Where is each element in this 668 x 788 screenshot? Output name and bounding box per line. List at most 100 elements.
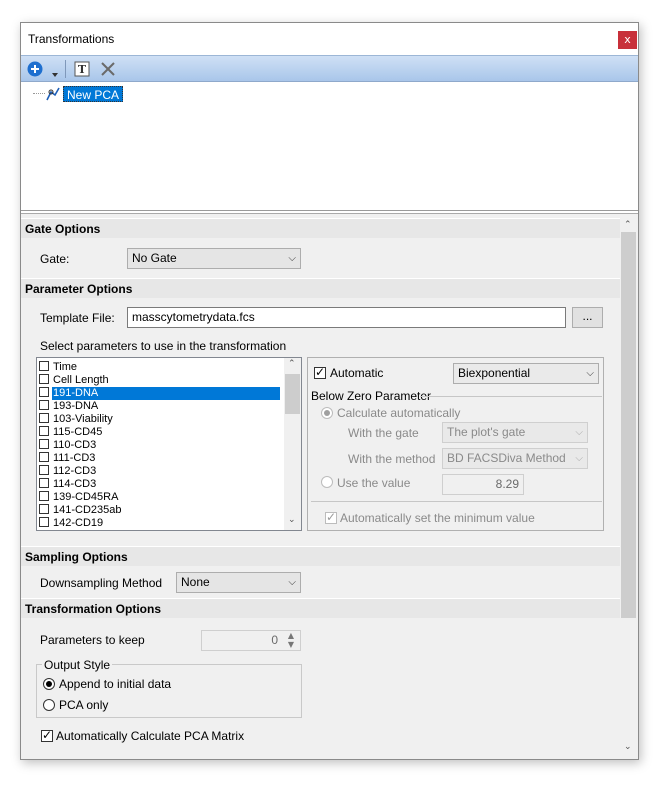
scale-select-value: Biexponential <box>458 366 531 380</box>
auto-calc-pca-label: Automatically Calculate PCA Matrix <box>56 729 245 743</box>
scaling-divider <box>311 501 602 502</box>
close-button[interactable]: x <box>618 31 637 49</box>
svg-text:T: T <box>78 63 87 76</box>
tree-item-label: New PCA <box>63 86 124 102</box>
delete-icon[interactable] <box>100 61 116 77</box>
with-method-value: BD FACSDiva Method <box>447 451 566 465</box>
parameter-item[interactable]: Time <box>39 361 293 374</box>
parameter-item[interactable]: 193-DNA <box>39 400 293 413</box>
auto-min-label: Automatically set the minimum value <box>340 511 535 525</box>
scroll-down-icon[interactable]: ⌄ <box>288 516 297 525</box>
dropdown-arrow-icon[interactable] <box>51 67 59 77</box>
parameter-label: 114-CD3 <box>53 478 97 490</box>
automatic-label: Automatic <box>330 366 384 380</box>
rename-icon[interactable]: T <box>74 61 90 77</box>
add-icon[interactable] <box>27 61 43 77</box>
gate-select-value: No Gate <box>132 251 177 265</box>
auto-calc-pca-checkbox[interactable] <box>41 728 53 742</box>
parameter-checkbox[interactable] <box>39 374 49 384</box>
parameter-checkbox[interactable] <box>39 426 49 436</box>
spin-down-icon[interactable]: ▼ <box>284 641 298 649</box>
parameter-item[interactable]: 142-CD19 <box>39 517 293 530</box>
parameter-item[interactable]: 110-CD3 <box>39 439 293 452</box>
scroll-up-icon[interactable]: ⌃ <box>288 360 297 369</box>
parameter-checkbox[interactable] <box>39 361 49 371</box>
parameters-list: Time Cell Length 191-DNA 193-DNA 103-Viabili… <box>36 357 302 531</box>
parameter-label: 115-CD45 <box>53 426 103 438</box>
scroll-down-icon[interactable]: ⌄ <box>624 742 632 752</box>
template-file-input[interactable]: masscytometrydata.fcs <box>127 307 566 328</box>
scale-select[interactable]: Biexponential ⌵ <box>453 363 599 384</box>
chevron-down-icon: ⌵ <box>288 577 296 588</box>
parameter-label: 103-Viability <box>53 413 113 425</box>
output-style-group: Output Style Append to initial data PCA … <box>36 657 302 718</box>
append-radio[interactable] <box>43 678 55 690</box>
calculate-automatically-radio[interactable] <box>321 407 333 419</box>
pca-only-radio[interactable] <box>43 699 55 711</box>
parameter-label: 191-DNA <box>52 387 280 400</box>
parameters-to-keep-value: 0 <box>271 633 278 647</box>
parameter-checkbox[interactable] <box>39 413 49 423</box>
parameter-item[interactable]: 139-CD45RA <box>39 491 293 504</box>
with-gate-select[interactable]: The plot's gate ⌵ <box>442 422 588 443</box>
parameter-checkbox[interactable] <box>39 400 49 410</box>
pca-transform-icon <box>45 86 61 102</box>
options-panel: Gate Options Gate: No Gate ⌵ Parameter O… <box>21 213 638 759</box>
scroll-up-icon[interactable]: ⌃ <box>624 220 632 230</box>
pca-only-label: PCA only <box>59 698 109 712</box>
options-panel-scrollbar[interactable]: ⌃ ⌄ <box>620 214 637 759</box>
parameter-item[interactable]: 111-CD3 <box>39 452 293 465</box>
auto-min-checkbox[interactable] <box>325 510 337 524</box>
parameter-item[interactable]: 191-DNA <box>39 387 293 400</box>
browse-button[interactable]: ... <box>572 307 603 328</box>
downsampling-select[interactable]: None ⌵ <box>176 572 301 593</box>
parameters-to-keep-spinner[interactable]: 0 ▲ ▼ <box>201 630 301 651</box>
sampling-options-header: Sampling Options <box>21 546 621 566</box>
use-value-input[interactable]: 8.29 <box>442 474 524 495</box>
automatic-checkbox[interactable] <box>314 365 326 379</box>
parameter-label: 142-CD19 <box>53 517 104 529</box>
parameter-label: 139-CD45RA <box>53 491 119 503</box>
parameter-checkbox[interactable] <box>39 504 49 514</box>
parameter-checkbox[interactable] <box>39 478 49 488</box>
transformation-options-header: Transformation Options <box>21 598 621 618</box>
transformations-tree: New PCA <box>21 83 638 211</box>
chevron-down-icon: ⌵ <box>575 453 583 464</box>
parameter-checkbox[interactable] <box>39 439 49 449</box>
below-zero-divider <box>420 396 602 397</box>
spin-up-icon[interactable]: ▲ <box>284 632 298 640</box>
scrollbar-thumb[interactable] <box>621 232 636 618</box>
tree-connector <box>33 93 45 94</box>
tree-item-new-pca[interactable]: New PCA <box>45 86 155 102</box>
parameter-checkbox[interactable] <box>39 491 49 501</box>
parameter-checkbox[interactable] <box>39 517 49 527</box>
parameter-item[interactable]: 115-CD45 <box>39 426 293 439</box>
append-label: Append to initial data <box>59 677 172 691</box>
title-bar: Transformations x <box>21 23 638 55</box>
calculate-automatically-label: Calculate automatically <box>337 406 461 420</box>
parameter-item[interactable]: 114-CD3 <box>39 478 293 491</box>
scrollbar-thumb[interactable] <box>285 374 300 414</box>
toolbar: T <box>21 55 638 82</box>
parameter-item[interactable]: 141-CD235ab <box>39 504 293 517</box>
parameter-label: 141-CD235ab <box>53 504 122 516</box>
downsampling-value: None <box>181 575 210 589</box>
below-zero-title: Below Zero Parameter <box>311 389 432 403</box>
downsampling-label: Downsampling Method <box>40 576 163 590</box>
parameter-label: 112-CD3 <box>53 465 97 477</box>
parameters-list-scrollbar[interactable]: ⌃ ⌄ <box>284 358 301 530</box>
parameter-label: 193-DNA <box>53 400 99 412</box>
parameter-item[interactable]: 112-CD3 <box>39 465 293 478</box>
parameter-label: Cell Length <box>53 374 109 386</box>
chevron-down-icon: ⌵ <box>288 253 296 264</box>
parameters-to-keep-label: Parameters to keep <box>40 633 145 647</box>
parameter-checkbox[interactable] <box>39 387 49 397</box>
parameter-checkbox[interactable] <box>39 465 49 475</box>
gate-select[interactable]: No Gate ⌵ <box>127 248 301 269</box>
with-method-label: With the method <box>348 452 436 466</box>
parameter-item[interactable]: 103-Viability <box>39 413 293 426</box>
parameter-checkbox[interactable] <box>39 452 49 462</box>
use-value-radio[interactable] <box>321 476 333 488</box>
parameter-item[interactable]: Cell Length <box>39 374 293 387</box>
with-method-select[interactable]: BD FACSDiva Method ⌵ <box>442 448 588 469</box>
